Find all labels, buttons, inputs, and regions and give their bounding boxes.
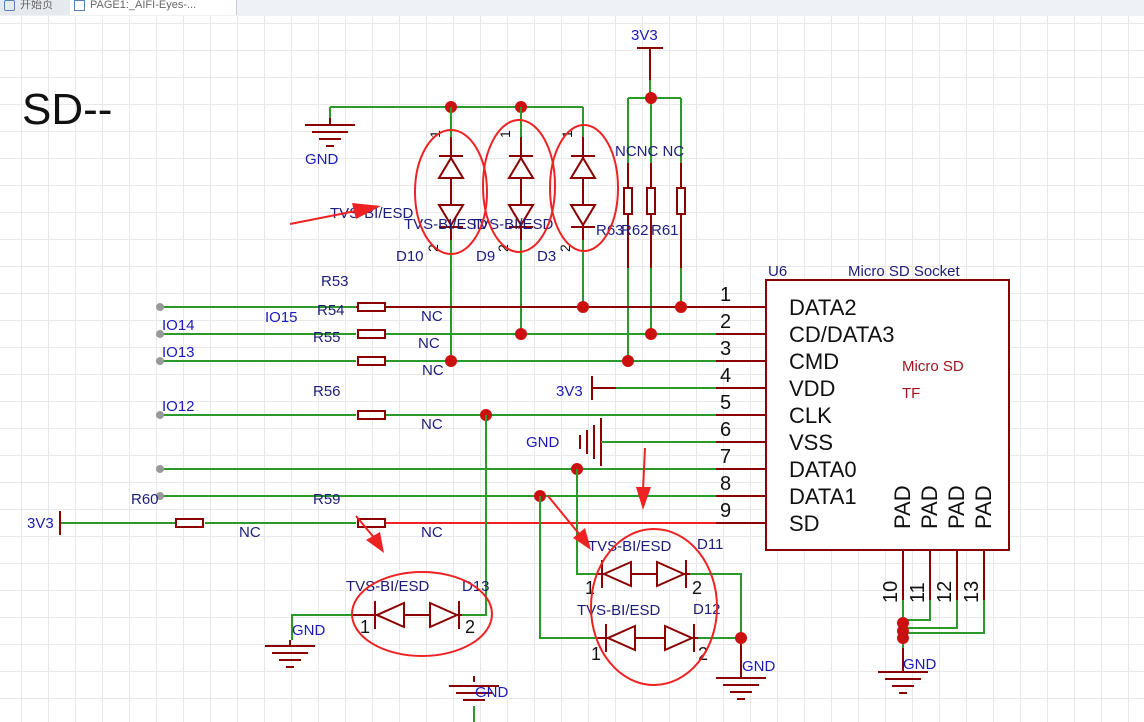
power-3v3-vdd xyxy=(591,376,716,400)
resistor-ref-r59: R59 xyxy=(313,491,341,508)
schematic-canvas[interactable]: SD-- U6 Micro SD Socket Micro SD TF 1 2 … xyxy=(0,16,1144,722)
schematic-drawing: SD-- U6 Micro SD Socket Micro SD TF 1 2 … xyxy=(22,27,1010,722)
pin-number: 7 xyxy=(720,446,731,468)
sheet-title: SD-- xyxy=(22,85,112,134)
resistor-value: NC xyxy=(418,335,440,352)
resistor-r63[interactable] xyxy=(623,163,633,268)
resistor-ref-r54: R54 xyxy=(317,302,345,319)
ground-symbol xyxy=(305,118,355,147)
resistor-ref-r62: R62 xyxy=(621,222,649,239)
resistor-value: NC xyxy=(421,524,443,541)
pin-number: 6 xyxy=(720,419,731,441)
gnd-label: GND xyxy=(292,622,326,639)
tvs-diode-d12[interactable] xyxy=(598,624,698,652)
resistor-value: NC xyxy=(239,524,261,541)
diode-ref-d3: D3 xyxy=(537,248,556,265)
connector-name: Micro SD Socket xyxy=(848,263,961,280)
document-icon xyxy=(74,0,85,11)
tab-schematic-page[interactable]: PAGE1:_AIFI-Eyes-... xyxy=(70,0,237,15)
resistor-r61[interactable] xyxy=(676,163,686,268)
home-icon xyxy=(4,0,15,11)
pin-name: CLK xyxy=(789,403,832,428)
gnd-label: GND xyxy=(305,151,339,168)
pad-number: 13 xyxy=(961,581,983,603)
resistor-ref-r55: R55 xyxy=(313,329,341,346)
tvs-diode-d11[interactable] xyxy=(598,560,690,588)
gnd-label: GND xyxy=(903,656,937,673)
pin-number: 1 xyxy=(720,284,731,306)
pad-number: 10 xyxy=(880,581,902,603)
resistor-value: NC xyxy=(421,416,443,433)
pad-number: 11 xyxy=(907,582,929,603)
pin-number: 3 xyxy=(720,338,731,360)
ground-symbol-vss xyxy=(579,418,716,466)
pin-name: DATA2 xyxy=(789,295,857,320)
pin-name: CD/DATA3 xyxy=(789,322,895,347)
resistor-ref-r61: R61 xyxy=(651,222,679,239)
diode-ref-d9: D9 xyxy=(476,248,495,265)
pin-name: DATA0 xyxy=(789,457,857,482)
pin-name: SD xyxy=(789,511,820,536)
resistor-ref-r53: R53 xyxy=(321,273,349,290)
connector-note-tf: TF xyxy=(902,385,920,402)
pin-number: 8 xyxy=(720,473,731,495)
pad-name: PAD xyxy=(890,485,915,529)
net-label-io14: IO14 xyxy=(162,317,195,334)
diode-ref-d10: D10 xyxy=(396,248,424,265)
power-label-3v3: 3V3 xyxy=(556,383,583,400)
resistor-value: NC xyxy=(422,362,444,379)
diode-type-label: TVS-BI/ESD xyxy=(588,538,672,555)
gnd-label: GND xyxy=(475,684,509,701)
pin-number: 4 xyxy=(720,365,731,387)
pin-number: 9 xyxy=(720,500,731,522)
power-3v3-top xyxy=(637,47,663,80)
ground-symbol xyxy=(265,640,315,668)
pin-number: 5 xyxy=(720,392,731,414)
power-label-3v3: 3V3 xyxy=(631,27,658,44)
gnd-label: GND xyxy=(526,434,560,451)
diode-type-label: TVS-BI/ESD xyxy=(577,602,661,619)
connector-ref: U6 xyxy=(768,263,787,280)
resistor-ref-r60: R60 xyxy=(131,491,159,508)
net-label-io15: IO15 xyxy=(265,309,298,326)
diode-pin-number: 2 xyxy=(465,617,475,637)
diode-type-label: TVS-BI/ESD xyxy=(346,578,430,595)
tab-bar: 开始页 PAGE1:_AIFI-Eyes-... xyxy=(0,0,1144,17)
connector-note-microsd: Micro SD xyxy=(902,358,964,375)
pin-name: DATA1 xyxy=(789,484,857,509)
pullup-values: NCNC NC xyxy=(615,143,684,160)
pin-name: CMD xyxy=(789,349,839,374)
pin-name: VSS xyxy=(789,430,833,455)
power-label-3v3: 3V3 xyxy=(27,515,54,532)
diode-pin-number: 2 xyxy=(692,578,702,598)
pad-name: PAD xyxy=(917,485,942,529)
sd-connector[interactable]: U6 Micro SD Socket Micro SD TF 1 2 3 4 5… xyxy=(716,263,1010,603)
diode-ref-d11: D11 xyxy=(697,536,723,553)
resistor-r62[interactable] xyxy=(646,163,656,268)
pin-number: 2 xyxy=(720,311,731,333)
pad-name: PAD xyxy=(944,485,969,529)
net-label-io12: IO12 xyxy=(162,398,195,415)
pad-name: PAD xyxy=(971,485,996,529)
pin-name: VDD xyxy=(789,376,835,401)
tab-start-page[interactable]: 开始页 xyxy=(0,0,73,15)
pad-number: 12 xyxy=(934,581,956,603)
net-label-io13: IO13 xyxy=(162,344,195,361)
gnd-label: GND xyxy=(742,658,776,675)
resistor-value: NC xyxy=(421,308,443,325)
resistor-ref-r56: R56 xyxy=(313,383,341,400)
